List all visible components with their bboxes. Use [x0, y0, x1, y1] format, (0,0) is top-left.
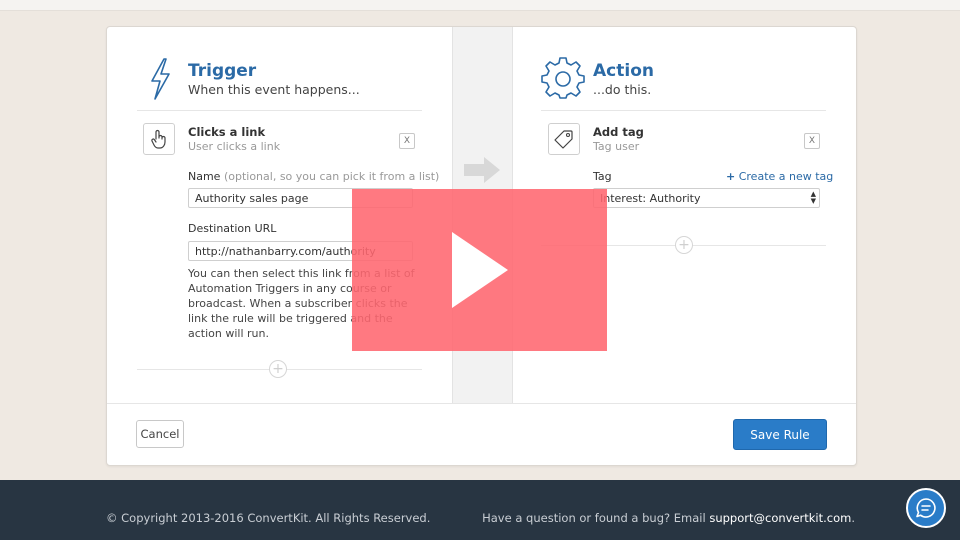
tag-select-value: Interest: Authority	[600, 192, 701, 205]
trigger-item-title: Clicks a link	[188, 125, 266, 139]
action-subtitle: ...do this.	[593, 82, 652, 97]
save-rule-button[interactable]: Save Rule	[733, 419, 827, 450]
copyright-text: © Copyright 2013-2016 ConvertKit. All Ri…	[106, 511, 431, 525]
select-arrows-icon: ▲ ▼	[810, 190, 816, 205]
site-footer: © Copyright 2013-2016 ConvertKit. All Ri…	[0, 480, 960, 540]
top-strip	[0, 0, 960, 11]
tag-icon	[554, 130, 573, 149]
name-label-text: Name	[188, 170, 221, 183]
tag-select[interactable]: Interest: Authority ▲ ▼	[593, 188, 820, 208]
create-tag-link-text: Create a new tag	[738, 170, 834, 183]
trigger-divider	[137, 110, 422, 111]
cancel-button[interactable]: Cancel	[136, 420, 184, 448]
tag-field-label: Tag	[593, 170, 612, 183]
add-action-button[interactable]: +	[675, 236, 693, 254]
create-tag-link[interactable]: + Create a new tag	[726, 170, 833, 183]
pointer-hand-icon	[151, 129, 166, 149]
card-footer-divider	[107, 403, 856, 404]
play-icon	[451, 232, 508, 308]
action-type-icon-box	[548, 123, 580, 155]
url-field-label: Destination URL	[188, 222, 277, 235]
name-field-label: Name (optional, so you can pick it from …	[188, 170, 439, 183]
arrow-right-icon	[464, 157, 500, 183]
plus-icon: +	[678, 237, 690, 253]
chat-button[interactable]	[906, 488, 946, 528]
gear-icon	[541, 57, 585, 99]
trigger-title: Trigger	[188, 61, 257, 81]
trigger-subtitle: When this event happens...	[188, 82, 360, 97]
action-item-subtitle: Tag user	[593, 140, 640, 153]
trigger-type-icon-box	[143, 123, 175, 155]
support-email-link[interactable]: support@convertkit.com	[709, 511, 851, 525]
action-title: Action	[593, 61, 654, 81]
lightning-icon	[151, 58, 170, 100]
plus-icon: +	[272, 361, 284, 377]
plus-icon: +	[726, 170, 736, 183]
action-remove-button[interactable]: X	[804, 133, 820, 149]
name-label-hint: (optional, so you can pick it from a lis…	[223, 170, 440, 183]
chat-icon	[916, 498, 936, 518]
support-end: .	[851, 511, 855, 525]
add-trigger-button[interactable]: +	[269, 360, 287, 378]
support-prompt: Have a question or found a bug? Email	[482, 511, 710, 525]
support-text: Have a question or found a bug? Email su…	[482, 511, 855, 525]
trigger-remove-button[interactable]: X	[399, 133, 415, 149]
action-item-title: Add tag	[593, 125, 644, 139]
trigger-item-subtitle: User clicks a link	[188, 140, 281, 153]
action-divider	[541, 110, 826, 111]
video-play-overlay[interactable]	[352, 189, 607, 351]
